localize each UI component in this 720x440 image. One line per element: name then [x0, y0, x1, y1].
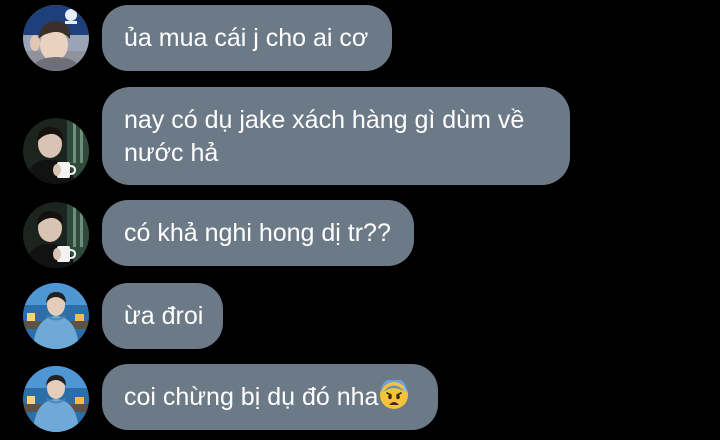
- message-bubble[interactable]: coi chừng bị dụ đó nha: [102, 364, 438, 430]
- message-text-line: nước hả: [124, 139, 219, 167]
- message-text-line: nay có dụ jake xách hàng gì dùm về: [124, 106, 525, 134]
- sender-avatar[interactable]: [23, 118, 89, 184]
- man-with-cup-avatar-image: [23, 202, 89, 268]
- message-bubble[interactable]: ủa mua cái j cho ai cơ: [102, 5, 392, 71]
- message-row: ừa đroi: [0, 275, 720, 355]
- chat-thread: ủa mua cái j cho ai cơ nay có dụ jake xá…: [0, 0, 720, 440]
- anxious-face-with-sweat-icon: [380, 380, 409, 409]
- man-blue-hoodie-avatar-image: [23, 366, 89, 432]
- man-with-cup-avatar-image: [23, 118, 89, 184]
- message-bubble[interactable]: nay có dụ jake xách hàng gì dùm về nước …: [102, 87, 570, 185]
- boy-selfie-avatar-image: [23, 5, 89, 71]
- message-row: có khả nghi hong dị tr??: [0, 190, 720, 270]
- message-text: ừa đroi: [124, 302, 204, 330]
- message-bubble[interactable]: ừa đroi: [102, 283, 223, 349]
- message-text: có khả nghi hong dị tr??: [124, 219, 391, 247]
- sender-avatar[interactable]: [23, 5, 89, 71]
- sender-avatar[interactable]: [23, 283, 89, 349]
- man-blue-hoodie-avatar-image: [23, 283, 89, 349]
- message-row: ủa mua cái j cho ai cơ: [0, 0, 720, 80]
- message-row: coi chừng bị dụ đó nha: [0, 358, 720, 440]
- sender-avatar[interactable]: [23, 202, 89, 268]
- sender-avatar[interactable]: [23, 366, 89, 432]
- message-bubble[interactable]: có khả nghi hong dị tr??: [102, 200, 414, 266]
- message-row: nay có dụ jake xách hàng gì dùm về nước …: [0, 80, 720, 190]
- message-text: coi chừng bị dụ đó nha: [124, 383, 379, 411]
- message-text: ủa mua cái j cho ai cơ: [124, 24, 369, 52]
